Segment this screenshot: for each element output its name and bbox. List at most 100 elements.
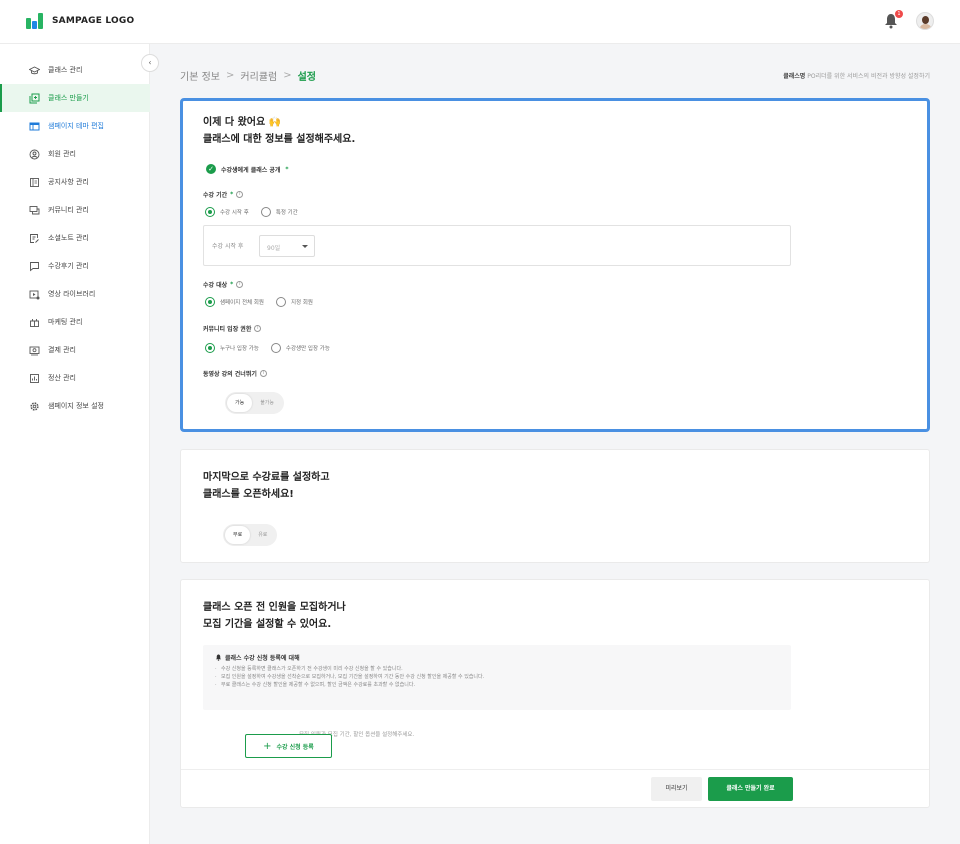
- price-option-paid[interactable]: 유료: [250, 526, 275, 544]
- caret-down-icon: [302, 245, 308, 248]
- recruit-card: 클래스 오픈 전 인원을 모집하거나 모집 기간을 설정할 수 있어요. 클래스…: [180, 579, 930, 808]
- publish-checkbox[interactable]: ✓ 수강생에게 클래스 공개 *: [206, 164, 289, 174]
- breadcrumb-separator: >: [225, 70, 235, 81]
- logo[interactable]: SAMPAGE LOGO: [26, 12, 134, 30]
- finish-class-button[interactable]: 클래스 만들기 완료: [708, 777, 793, 801]
- sidebar-item-class-manage[interactable]: 클래스 관리: [0, 56, 150, 84]
- radio-label: 수강생만 입장 가능: [285, 346, 330, 352]
- sidebar-item-payment-manage[interactable]: 결제 관리: [0, 336, 150, 364]
- class-name-display: 클래스명 PO리더를 위한 서비스의 비전과 방향성 설정하기: [783, 71, 930, 80]
- layout-icon: [28, 120, 40, 132]
- class-name-label: 클래스명: [783, 73, 806, 80]
- class-name-value: PO리더를 위한 서비스의 비전과 방향성 설정하기: [807, 73, 930, 80]
- radio-community-students[interactable]: 수강생만 입장 가능: [270, 343, 330, 353]
- target-label-text: 수강 대상: [203, 282, 228, 289]
- video-library-icon: [28, 288, 40, 300]
- register-enrollment-button[interactable]: + 수강 신청 등록: [245, 734, 332, 758]
- breadcrumb-item-curriculum[interactable]: 커리큘럼: [240, 68, 277, 83]
- notice-box: 클래스 수강 신청 등록에 대해 수강 신청을 등록하면 클래스가 오픈하기 전…: [203, 645, 791, 710]
- breadcrumb-item-settings: 설정: [297, 72, 316, 83]
- sidebar-item-socialnote-manage[interactable]: 소셜노트 관리: [0, 224, 150, 252]
- main-content: 기본 정보 > 커리큘럼 > 설정 클래스명 PO리더를 위한 서비스의 비전과…: [151, 44, 960, 844]
- settings-card: 이제 다 왔어요 🙌 클래스에 대한 정보를 설정해주세요. ✓ 수강생에게 클…: [180, 98, 930, 432]
- info-icon[interactable]: i: [259, 370, 267, 377]
- chat-icon: [28, 204, 40, 216]
- logo-text: SAMPAGE LOGO: [52, 16, 135, 26]
- target-radio-group: 샘페이지 전체 회원 지정 회원: [205, 297, 325, 307]
- divider: [181, 769, 929, 770]
- radio-label: 특정 기간: [275, 210, 298, 216]
- sidebar-item-video-library[interactable]: 영상 라이브러리: [0, 280, 150, 308]
- period-select-value: 90일: [267, 245, 281, 252]
- notification-bell-icon[interactable]: 1: [884, 10, 903, 29]
- plus-icon: +: [263, 740, 272, 752]
- sidebar-item-marketing-manage[interactable]: 마케팅 관리: [0, 308, 150, 336]
- sidebar-item-label: 클래스 관리: [48, 66, 83, 74]
- sidebar-collapse-button[interactable]: ‹: [141, 54, 159, 72]
- top-bar: SAMPAGE LOGO 1: [0, 0, 960, 44]
- info-icon[interactable]: i: [254, 325, 262, 332]
- info-icon[interactable]: i: [236, 191, 244, 198]
- sidebar-item-class-create[interactable]: 클래스 만들기: [0, 84, 150, 112]
- price-option-free[interactable]: 무료: [225, 526, 251, 544]
- note-edit-icon: [28, 232, 40, 244]
- community-label-text: 커뮤니티 입장 권한: [203, 326, 252, 333]
- sidebar-item-label: 클래스 만들기: [48, 94, 89, 102]
- chevron-left-icon: ‹: [148, 58, 152, 67]
- target-label: 수강 대상 * i: [203, 280, 244, 289]
- breadcrumb-separator: >: [283, 70, 292, 81]
- radio-period-after-start[interactable]: 수강 시작 후: [205, 207, 249, 217]
- sidebar-item-member-manage[interactable]: 회원 관리: [0, 140, 150, 168]
- notice-item: 수강 신청을 등록하면 클래스가 오픈하기 전 수강생이 미리 수강 신청을 할…: [215, 665, 779, 673]
- sidebar-item-label: 공지사항 관리: [48, 178, 89, 186]
- radio-period-specific[interactable]: 특정 기간: [260, 207, 298, 217]
- preview-button[interactable]: 미리보기: [651, 777, 702, 801]
- notice-board-icon: [28, 176, 40, 188]
- sidebar-item-theme-edit[interactable]: 샘페이지 테마 편집: [0, 112, 150, 140]
- register-enrollment-label: 수강 신청 등록: [276, 743, 314, 751]
- notification-badge: 1: [895, 10, 903, 18]
- sidebar-item-settlement-manage[interactable]: 정산 관리: [0, 364, 150, 392]
- sidebar-item-notice-manage[interactable]: 공지사항 관리: [0, 168, 150, 196]
- radio-label: 샘페이지 전체 회원: [220, 300, 264, 306]
- sidebar-item-review-manage[interactable]: 수강후기 관리: [0, 252, 150, 280]
- price-toggle: 무료 유료: [223, 524, 278, 546]
- radio-dot: [205, 297, 215, 307]
- radio-dot: [260, 207, 271, 217]
- radio-label: 지정 회원: [290, 300, 313, 306]
- breadcrumb-item-basic[interactable]: 기본 정보: [180, 68, 220, 83]
- notice-title: 클래스 수강 신청 등록에 대해: [215, 653, 779, 662]
- sidebar-item-label: 소셜노트 관리: [48, 234, 89, 242]
- sidebar-item-label: 결제 관리: [48, 346, 76, 354]
- sidebar-item-label: 회원 관리: [48, 150, 76, 158]
- sidebar-item-label: 샘페이지 테마 편집: [48, 122, 104, 130]
- radio-dot: [205, 343, 215, 353]
- check-icon: ✓: [206, 164, 216, 174]
- notice-title-text: 클래스 수강 신청 등록에 대해: [225, 655, 300, 662]
- skip-option-disallowed[interactable]: 불가능: [252, 394, 282, 412]
- period-select[interactable]: 90일: [259, 235, 315, 257]
- radio-dot: [270, 343, 281, 353]
- skip-toggle: 가능 불가능: [225, 392, 285, 414]
- sidebar-item-label: 정산 관리: [48, 374, 76, 382]
- community-radio-group: 누구나 입장 가능 수강생만 입장 가능: [205, 343, 342, 353]
- radio-target-all[interactable]: 샘페이지 전체 회원: [205, 297, 264, 307]
- radio-target-specific[interactable]: 지정 회원: [275, 297, 313, 307]
- notice-item: 모집 인원을 설정하여 수강생을 선착순으로 모집하거나, 모집 기간을 설정하…: [215, 673, 779, 681]
- payment-icon: [28, 344, 40, 356]
- skip-option-allowed[interactable]: 가능: [227, 394, 253, 412]
- comment-icon: [28, 260, 40, 272]
- required-mark: *: [230, 191, 234, 198]
- info-icon[interactable]: i: [236, 281, 244, 288]
- radio-community-anyone[interactable]: 누구나 입장 가능: [205, 343, 259, 353]
- avatar[interactable]: [916, 12, 934, 30]
- radio-dot: [275, 297, 286, 307]
- community-label: 커뮤니티 입장 권한 i: [203, 324, 262, 333]
- sidebar-item-page-settings[interactable]: 샘페이지 정보 설정: [0, 392, 150, 420]
- gift-icon: [28, 316, 40, 328]
- settlement-icon: [28, 372, 40, 384]
- sidebar-item-community-manage[interactable]: 커뮤니티 관리: [0, 196, 150, 224]
- skip-label-text: 동영상 강의 건너뛰기: [203, 371, 257, 378]
- required-mark: *: [285, 165, 289, 173]
- sidebar-item-label: 샘페이지 정보 설정: [48, 402, 104, 410]
